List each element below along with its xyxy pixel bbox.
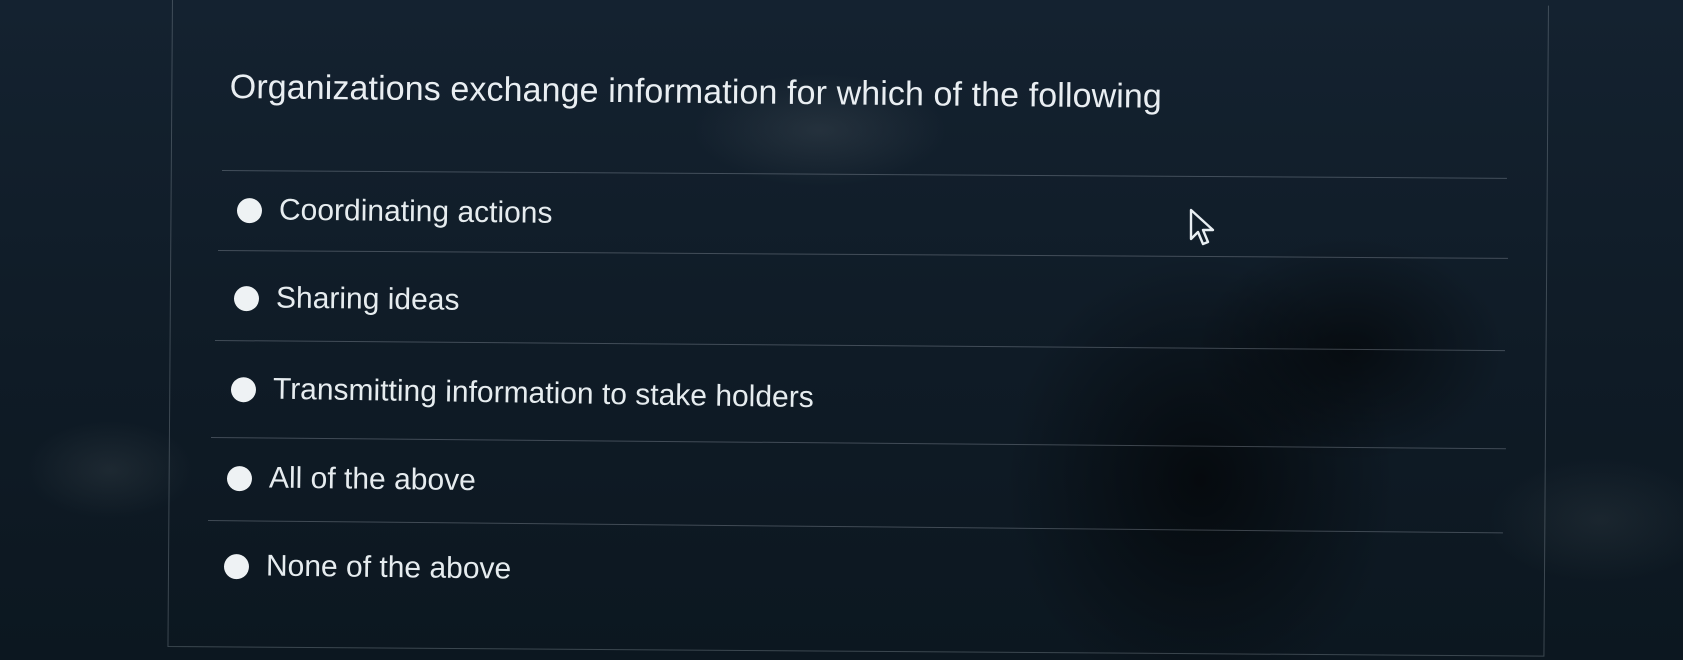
radio-button-icon[interactable] [236,197,263,223]
option-sharing-ideas[interactable]: Sharing ideas [233,281,460,318]
option-none-of-the-above[interactable]: None of the above [223,549,512,587]
option-coordinating-actions[interactable]: Coordinating actions [236,193,553,231]
radio-button-icon[interactable] [230,376,257,402]
photo-of-screen: Organizations exchange information for w… [0,0,1683,660]
radio-button-icon[interactable] [226,465,253,491]
mouse-pointer-icon [1189,208,1215,246]
radio-button-icon[interactable] [223,553,250,579]
option-label: None of the above [265,549,512,586]
radio-button-icon[interactable] [233,285,260,311]
option-label: Sharing ideas [275,281,460,317]
option-label: All of the above [268,461,477,498]
option-all-of-the-above[interactable]: All of the above [226,461,477,498]
option-label: Coordinating actions [278,193,553,230]
